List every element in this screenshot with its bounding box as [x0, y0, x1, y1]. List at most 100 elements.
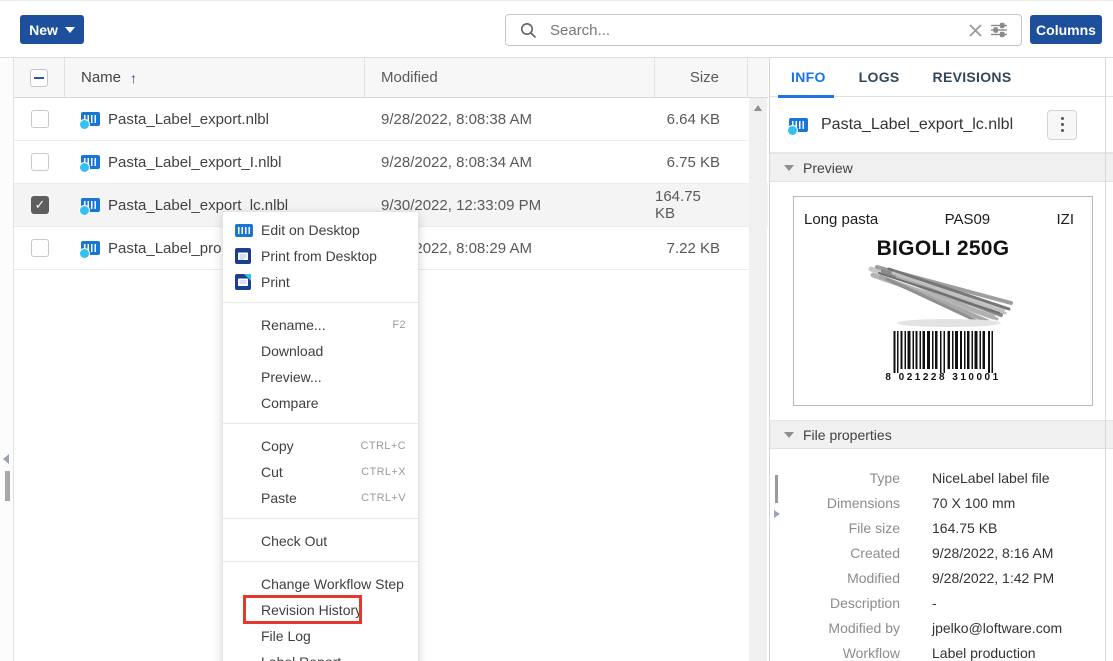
select-all-cell — [14, 58, 65, 97]
table-row[interactable]: Pasta_Label_export_I.nlbl 9/28/2022, 8:0… — [14, 141, 768, 184]
table-scrollbar[interactable] — [749, 98, 767, 661]
columns-button[interactable]: Columns — [1030, 15, 1102, 44]
tab-info[interactable]: INFO — [791, 58, 826, 96]
search-filter-icon[interactable] — [987, 18, 1011, 42]
menu-item-change-workflow-step[interactable]: Change Workflow Step — [223, 571, 418, 597]
preview-body: Long pasta PAS09 IZI BIGOLI 250G — [770, 182, 1113, 420]
columns-button-label: Columns — [1036, 22, 1096, 38]
menu-item-label: Paste — [261, 490, 297, 506]
kebab-icon — [1061, 117, 1064, 132]
menu-item-label: Compare — [261, 395, 319, 411]
label-file-icon — [81, 198, 100, 212]
barcode-digits: 8 021228 310001 — [794, 372, 1092, 383]
header-spacer — [748, 58, 768, 97]
menu-item-label-report[interactable]: Label Report — [223, 649, 418, 661]
toolbar: New Columns — [0, 1, 1113, 58]
shortcut-label: CTRL+V — [361, 485, 406, 511]
preview-section-header[interactable]: Preview — [770, 153, 1113, 182]
clear-search-icon[interactable] — [963, 18, 987, 42]
search-input[interactable] — [550, 22, 963, 39]
file-name: Pasta_Label_export.nlbl — [108, 111, 269, 128]
file-size: 6.64 KB — [655, 98, 748, 140]
property-label: Created — [770, 545, 900, 561]
new-button[interactable]: New — [20, 15, 84, 44]
label-brand: IZI — [1056, 211, 1074, 228]
file-modified: 9/28/2022, 8:08:34 AM — [365, 141, 655, 183]
size-header-label: Size — [690, 69, 719, 86]
menu-item-compare[interactable]: Compare — [223, 390, 418, 416]
tab-logs[interactable]: LOGS — [859, 58, 900, 96]
menu-group-file-ops: Rename... F2 Download Preview... Compare — [223, 302, 418, 423]
menu-group-workflow: Change Workflow Step Revision History Fi… — [223, 561, 418, 661]
menu-item-print[interactable]: Print — [223, 269, 418, 295]
search-box[interactable] — [505, 14, 1022, 46]
menu-item-label: Copy — [261, 438, 294, 454]
scroll-up-icon[interactable] — [754, 105, 762, 111]
collapse-triangle-icon — [784, 432, 794, 438]
sort-ascending-icon: ↑ — [130, 70, 137, 86]
menu-item-label: Label Report — [261, 654, 341, 661]
menu-group-clipboard: Copy CTRL+C Cut CTRL+X Paste CTRL+V — [223, 423, 418, 518]
menu-item-edit-on-desktop[interactable]: Edit on Desktop — [223, 217, 418, 243]
row-checkbox-checked[interactable] — [31, 196, 49, 214]
menu-item-print-from-desktop[interactable]: Print from Desktop — [223, 243, 418, 269]
active-tab-indicator — [778, 95, 834, 98]
label-product-name: BIGOLI 250G — [794, 237, 1092, 261]
column-header-name[interactable]: Name ↑ — [65, 58, 365, 97]
property-row-modified: Modified 9/28/2022, 1:42 PM — [770, 565, 1113, 590]
new-button-label: New — [29, 22, 58, 38]
column-header-modified[interactable]: Modified — [365, 58, 655, 97]
preview-section-label: Preview — [803, 160, 853, 176]
menu-item-label: Print — [261, 274, 290, 290]
property-row-file-size: File size 164.75 KB — [770, 515, 1113, 540]
panel-edge-divider — [1105, 58, 1106, 661]
property-value: jpelko@loftware.com — [932, 620, 1062, 636]
property-row-created: Created 9/28/2022, 8:16 AM — [770, 540, 1113, 565]
column-header-size[interactable]: Size — [655, 58, 748, 97]
menu-item-download[interactable]: Download — [223, 338, 418, 364]
file-properties-section-header[interactable]: File properties — [770, 420, 1113, 449]
label-file-icon — [81, 241, 100, 255]
label-category: Long pasta — [804, 211, 878, 228]
table-row[interactable]: Pasta_Label_export.nlbl 9/28/2022, 8:08:… — [14, 98, 768, 141]
property-value: NiceLabel label file — [932, 470, 1050, 486]
print-icon — [235, 274, 253, 290]
menu-item-label: Cut — [261, 464, 283, 480]
file-name: Pasta_Label_export_I.nlbl — [108, 154, 281, 171]
menu-item-label: File Log — [261, 628, 311, 644]
select-all-checkbox[interactable] — [30, 69, 48, 87]
menu-item-file-log[interactable]: File Log — [223, 623, 418, 649]
document-management-window: New Columns — [0, 0, 1113, 661]
property-value: 9/28/2022, 8:16 AM — [932, 545, 1053, 561]
menu-item-cut[interactable]: Cut CTRL+X — [223, 459, 418, 485]
property-label: Workflow — [770, 645, 900, 661]
row-checkbox[interactable] — [31, 239, 49, 257]
file-size: 6.75 KB — [655, 141, 748, 183]
menu-item-rename[interactable]: Rename... F2 — [223, 312, 418, 338]
menu-item-revision-history[interactable]: Revision History — [223, 597, 418, 623]
label-file-icon — [789, 118, 808, 132]
panel-file-name: Pasta_Label_export_lc.nlbl — [821, 116, 1047, 134]
property-label: Modified by — [770, 620, 900, 636]
collapse-triangle-icon — [784, 165, 794, 171]
row-checkbox[interactable] — [31, 110, 49, 128]
right-splitter-handle[interactable] — [775, 475, 778, 503]
menu-item-copy[interactable]: Copy CTRL+C — [223, 433, 418, 459]
left-splitter-handle[interactable] — [5, 471, 10, 501]
property-label: Type — [770, 470, 900, 486]
property-value: 70 X 100 mm — [932, 495, 1015, 511]
left-panel-splitter[interactable] — [0, 58, 14, 661]
menu-item-label: Check Out — [261, 533, 327, 549]
property-row-type: Type NiceLabel label file — [770, 465, 1113, 490]
collapse-right-icon[interactable] — [774, 510, 780, 518]
barcode-image — [891, 331, 996, 373]
tab-revisions[interactable]: REVISIONS — [933, 58, 1012, 96]
menu-item-preview[interactable]: Preview... — [223, 364, 418, 390]
collapse-left-icon[interactable] — [3, 454, 9, 464]
menu-group-checkout: Check Out — [223, 518, 418, 561]
menu-item-check-out[interactable]: Check Out — [223, 528, 418, 554]
file-actions-button[interactable] — [1047, 110, 1077, 140]
menu-item-paste[interactable]: Paste CTRL+V — [223, 485, 418, 511]
property-value: 9/28/2022, 1:42 PM — [932, 570, 1054, 586]
row-checkbox[interactable] — [31, 153, 49, 171]
